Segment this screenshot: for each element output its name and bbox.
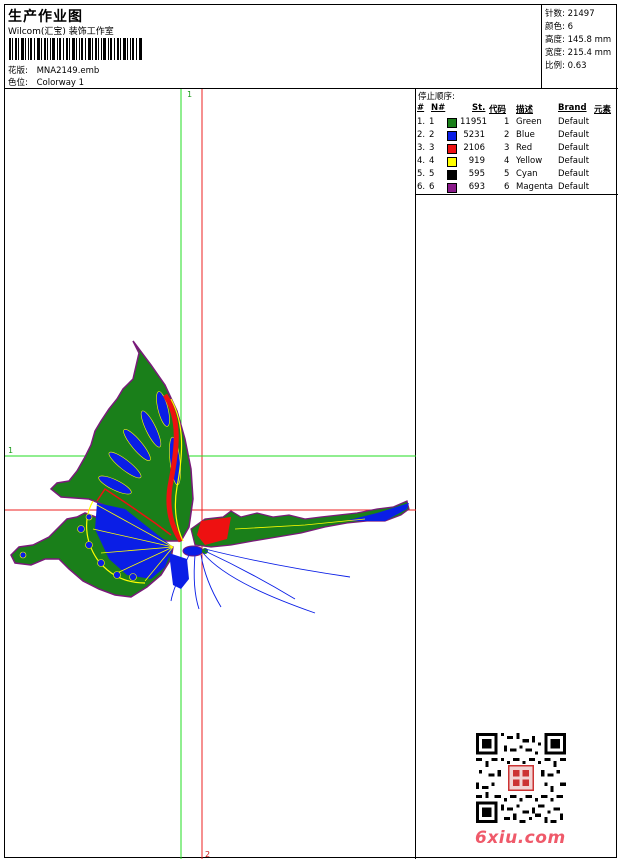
- row-stitches: 5231: [463, 130, 485, 140]
- row-num: 5.: [417, 169, 426, 179]
- row-n: 1: [429, 117, 435, 127]
- color-swatch: [447, 170, 457, 180]
- stat-label: 宽度:: [545, 48, 565, 58]
- row-stitches: 693: [468, 182, 485, 192]
- stat-value: 6: [567, 22, 573, 32]
- row-stitches: 595: [468, 169, 485, 179]
- row-desc: Cyan: [516, 169, 538, 179]
- stat-label: 比例:: [545, 61, 565, 71]
- color-sequence-table: 停止顺序: # N# St. 代码 描述 Brand 元素 1. 1 11951…: [416, 89, 618, 195]
- row-stitches: 919: [468, 156, 485, 166]
- stat-value: 145.8 mm: [567, 35, 612, 45]
- guide-label-v1: 1: [187, 90, 192, 99]
- col-header-num: #: [417, 103, 425, 113]
- row-brand: Default: [558, 143, 590, 153]
- row-desc: Yellow: [516, 156, 543, 166]
- row-brand: Default: [558, 182, 590, 192]
- row-num: 4.: [417, 156, 426, 166]
- col-header-brand: Brand: [558, 103, 587, 113]
- site-watermark: 6xiu.com: [475, 828, 566, 848]
- table-row: 4. 4 919 4 Yellow Default: [416, 156, 618, 169]
- row-desc: Red: [516, 143, 533, 153]
- tail-blue: [169, 553, 189, 589]
- stat-stitches: 针数: 21497: [545, 7, 595, 19]
- design-label: 花版:: [8, 66, 28, 76]
- guide-label-v2: 2: [205, 850, 210, 859]
- row-code: 1: [504, 117, 510, 127]
- stat-label: 高度:: [545, 35, 565, 45]
- row-num: 6.: [417, 182, 426, 192]
- design-filename: MNA2149.emb: [36, 66, 100, 76]
- header-panel: 生产作业图 Wilcom(汇宝) 装饰工作室 花版: MNA2149.emb 色…: [5, 5, 542, 89]
- page-title: 生产作业图: [8, 9, 83, 25]
- stat-value: 0.63: [567, 61, 587, 71]
- antennae: [170, 548, 351, 614]
- color-swatch: [447, 183, 457, 193]
- row-desc: Magenta: [516, 182, 554, 192]
- stat-width: 宽度: 215.4 mm: [545, 46, 611, 58]
- row-code: 4: [504, 156, 510, 166]
- worksheet-frame: 生产作业图 Wilcom(汇宝) 装饰工作室 花版: MNA2149.emb 色…: [4, 4, 618, 859]
- row-n: 2: [429, 130, 435, 140]
- guide-label-h1: 1: [8, 446, 13, 455]
- table-row: 2. 2 5231 2 Blue Default: [416, 130, 618, 143]
- row-code: 5: [504, 169, 510, 179]
- stat-colors: 颜色: 6: [545, 20, 573, 32]
- row-num: 1.: [417, 117, 426, 127]
- colorway-value: Colorway 1: [36, 78, 85, 88]
- color-swatch: [447, 118, 457, 128]
- colorway-info: 色位: Colorway 1: [8, 76, 84, 88]
- table-row: 3. 3 2106 3 Red Default: [416, 143, 618, 156]
- row-n: 5: [429, 169, 435, 179]
- barcode: [9, 38, 142, 60]
- row-num: 3.: [417, 143, 426, 153]
- stat-label: 针数:: [545, 9, 565, 19]
- stat-value: 215.4 mm: [567, 48, 612, 58]
- row-n: 4: [429, 156, 435, 166]
- butterfly-embroidery: 1 1 2: [5, 89, 416, 859]
- qr-code: [476, 733, 566, 823]
- color-swatch: [447, 144, 457, 154]
- stat-height: 高度: 145.8 mm: [545, 33, 611, 45]
- stat-label: 颜色:: [545, 22, 565, 32]
- row-code: 3: [504, 143, 510, 153]
- table-row: 1. 1 11951 1 Green Default: [416, 117, 618, 130]
- row-brand: Default: [558, 156, 590, 166]
- row-n: 6: [429, 182, 435, 192]
- row-brand: Default: [558, 117, 590, 127]
- colorway-label: 色位:: [8, 78, 28, 88]
- stat-scale: 比例: 0.63: [545, 59, 587, 71]
- table-row: 5. 5 595 5 Cyan Default: [416, 169, 618, 182]
- row-code: 6: [504, 182, 510, 192]
- row-desc: Blue: [516, 130, 535, 140]
- design-info: 花版: MNA2149.emb: [8, 64, 99, 76]
- col-header-st: St.: [472, 103, 486, 113]
- row-desc: Green: [516, 117, 542, 127]
- col-header-n: N#: [431, 103, 446, 113]
- row-brand: Default: [558, 130, 590, 140]
- color-swatch: [447, 157, 457, 167]
- row-brand: Default: [558, 169, 590, 179]
- stats-panel: 针数: 21497 颜色: 6 高度: 145.8 mm 宽度: 215.4 m…: [542, 5, 618, 89]
- row-num: 2.: [417, 130, 426, 140]
- design-preview: 1 1 2: [5, 89, 416, 859]
- row-stitches: 2106: [463, 143, 485, 153]
- company-name: Wilcom(汇宝) 装饰工作室: [8, 27, 114, 37]
- color-swatch: [447, 131, 457, 141]
- legend-title: 停止顺序:: [418, 92, 455, 102]
- col-header-code: 代码: [489, 105, 507, 115]
- row-n: 3: [429, 143, 435, 153]
- stat-value: 21497: [567, 9, 595, 19]
- row-code: 2: [504, 130, 510, 140]
- table-row: 6. 6 693 6 Magenta Default: [416, 182, 618, 195]
- col-header-elem: 元素: [594, 105, 612, 115]
- col-header-desc: 描述: [516, 105, 534, 115]
- body: [182, 545, 204, 557]
- row-stitches: 11951: [460, 117, 488, 127]
